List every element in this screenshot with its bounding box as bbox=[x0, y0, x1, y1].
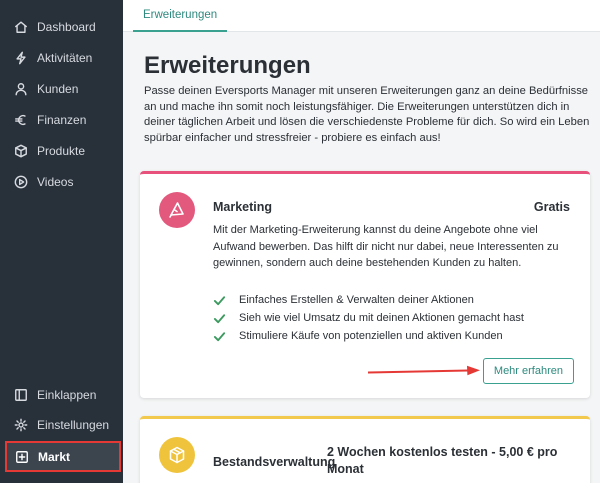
more-info-button[interactable]: Mehr erfahren bbox=[482, 358, 574, 384]
sidebar-item-dashboard[interactable]: Dashboard bbox=[0, 12, 123, 42]
sidebar-item-aktivitaeten[interactable]: Aktivitäten bbox=[0, 43, 123, 73]
plus-square-icon bbox=[15, 450, 29, 464]
page-intro: Passe deinen Eversports Manager mit unse… bbox=[144, 85, 590, 145]
sidebar-item-videos[interactable]: Videos bbox=[0, 167, 123, 197]
tab-bar: Erweiterungen bbox=[123, 0, 600, 32]
feature-list: Einfaches Erstellen & Verwalten deiner A… bbox=[213, 291, 524, 345]
sidebar-item-label: Finanzen bbox=[37, 113, 87, 127]
sidebar-item-label: Markt bbox=[38, 449, 71, 464]
user-icon bbox=[14, 82, 28, 96]
package-icon bbox=[159, 437, 195, 473]
home-icon bbox=[14, 20, 28, 34]
list-item: Stimuliere Käufe von potenziellen und ak… bbox=[213, 327, 524, 345]
extension-description: Mit der Marketing-Erweiterung kannst du … bbox=[213, 224, 559, 269]
collapse-icon bbox=[14, 388, 28, 402]
extension-price: Gratis bbox=[533, 200, 570, 214]
sidebar-item-kunden[interactable]: Kunden bbox=[0, 74, 123, 104]
play-icon bbox=[14, 175, 28, 189]
sidebar-item-einstellungen[interactable]: Einstellungen bbox=[0, 410, 123, 440]
feature-text: Stimuliere Käufe von potenziellen und ak… bbox=[239, 330, 503, 342]
extension-card-marketing: Marketing Gratis Mit der Marketing-Erwei… bbox=[140, 171, 590, 398]
check-icon bbox=[213, 311, 227, 325]
sidebar-item-einklappen[interactable]: Einklappen bbox=[0, 380, 123, 410]
sidebar-item-label: Aktivitäten bbox=[37, 51, 93, 65]
list-item: Sieh wie viel Umsatz du mit deinen Aktio… bbox=[213, 309, 524, 327]
extension-title: Marketing bbox=[213, 200, 273, 214]
sidebar: Dashboard Aktivitäten Kunden Finanzen Pr… bbox=[0, 0, 123, 483]
activity-icon bbox=[14, 51, 28, 65]
check-icon bbox=[213, 293, 227, 307]
feature-text: Einfaches Erstellen & Verwalten deiner A… bbox=[239, 294, 474, 306]
page-title: Erweiterungen bbox=[144, 52, 311, 79]
extension-price: 2 Wochen kostenlos testen - 5,00 € pro M… bbox=[327, 445, 558, 476]
sidebar-item-markt[interactable]: Markt bbox=[5, 441, 121, 472]
annotation-arrow bbox=[368, 365, 480, 376]
feature-text: Sieh wie viel Umsatz du mit deinen Aktio… bbox=[239, 312, 524, 324]
sidebar-item-label: Einklappen bbox=[37, 388, 97, 402]
sidebar-item-label: Dashboard bbox=[37, 20, 96, 34]
sidebar-item-label: Produkte bbox=[37, 144, 86, 158]
tab-erweiterungen[interactable]: Erweiterungen bbox=[133, 0, 228, 32]
sidebar-item-finanzen[interactable]: Finanzen bbox=[0, 105, 123, 135]
list-item: Einfaches Erstellen & Verwalten deiner A… bbox=[213, 291, 524, 309]
gear-icon bbox=[14, 418, 28, 432]
sidebar-item-produkte[interactable]: Produkte bbox=[0, 136, 123, 166]
extension-card-bestandsverwaltung: Bestandsverwaltung 2 Wochen kostenlos te… bbox=[140, 416, 590, 483]
check-icon bbox=[213, 329, 227, 343]
sidebar-item-label: Einstellungen bbox=[37, 418, 110, 432]
euro-icon bbox=[14, 113, 28, 127]
sidebar-item-label: Videos bbox=[37, 175, 74, 189]
megaphone-icon bbox=[159, 192, 195, 228]
extension-title: Bestandsverwaltung bbox=[213, 455, 336, 469]
sidebar-item-label: Kunden bbox=[37, 82, 79, 96]
box-icon bbox=[14, 144, 28, 158]
